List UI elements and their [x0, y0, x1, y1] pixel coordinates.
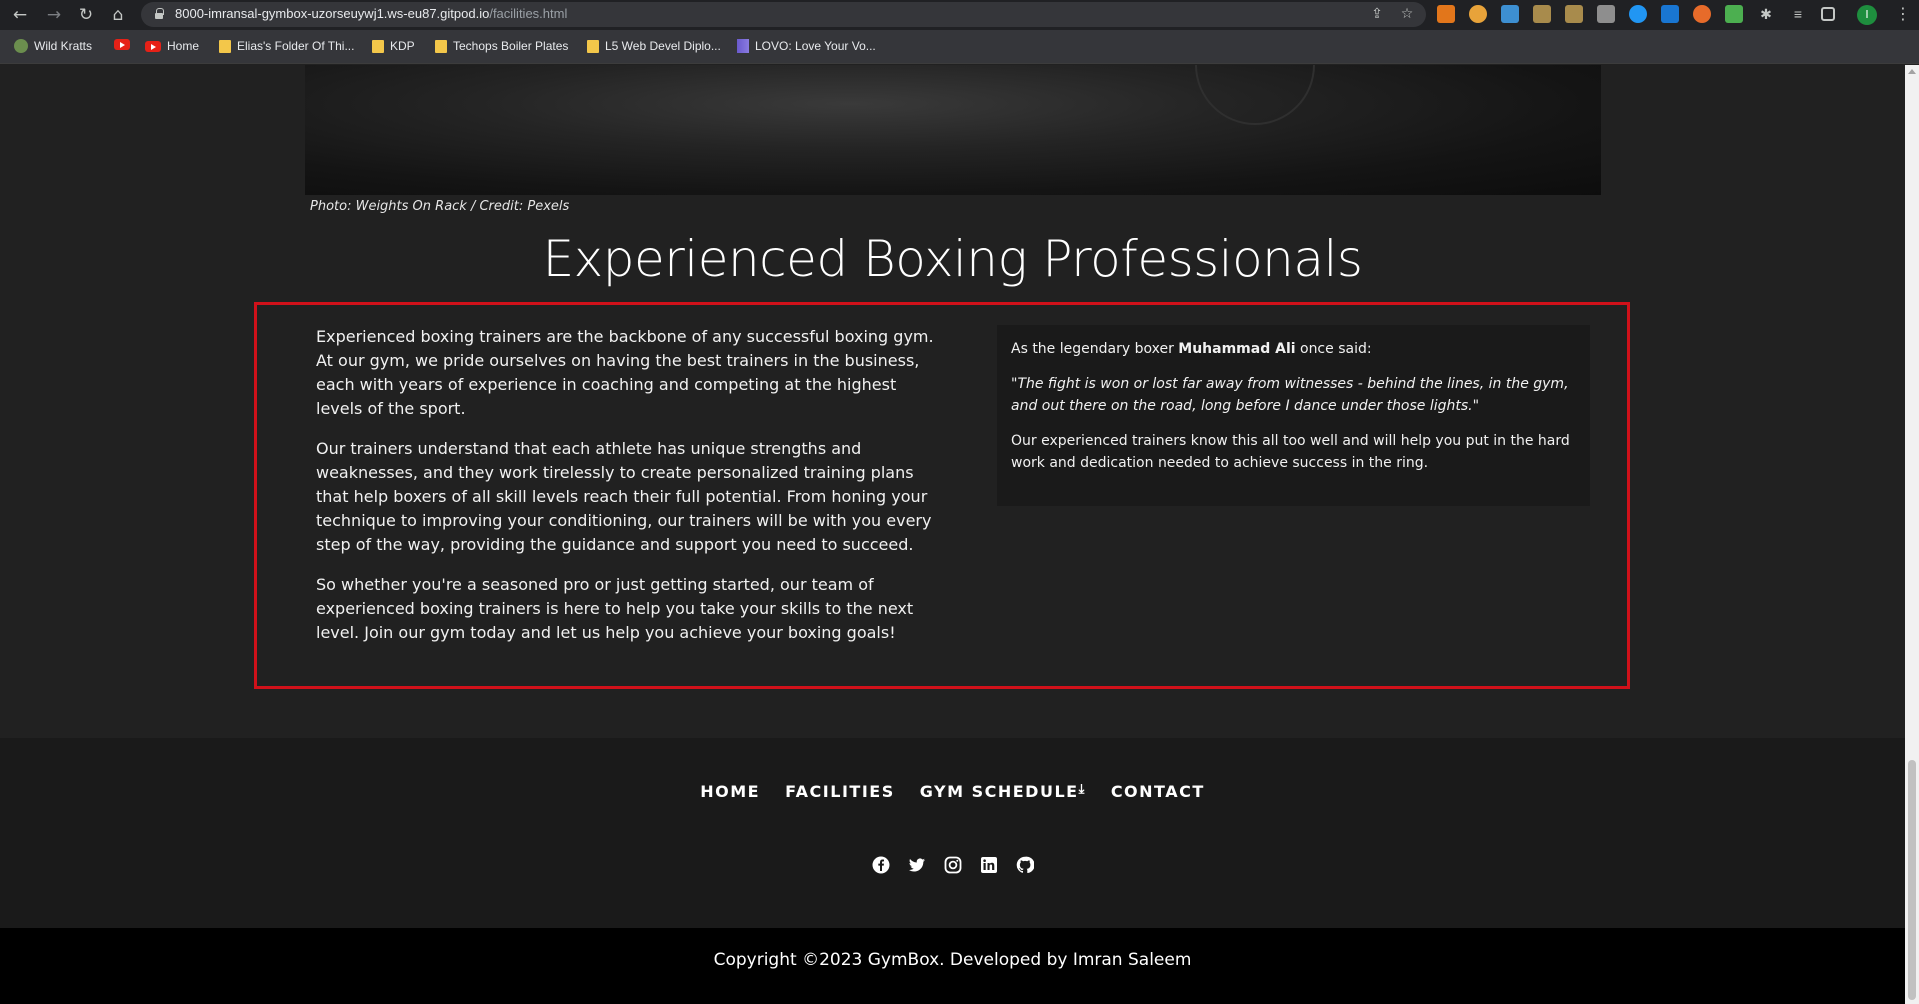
- facebook-icon[interactable]: [872, 856, 890, 874]
- extension-icon[interactable]: [1501, 5, 1519, 23]
- lovo-icon: [737, 39, 749, 53]
- extension-icon[interactable]: [1693, 5, 1711, 23]
- lock-icon[interactable]: [155, 8, 164, 19]
- scroll-up-arrow-icon[interactable]: [1908, 69, 1916, 74]
- reading-list-icon[interactable]: ≡: [1789, 5, 1807, 23]
- weights-rack-photo: [305, 65, 1601, 195]
- footer-link-contact[interactable]: CONTACT: [1111, 782, 1205, 801]
- trainers-description: Experienced boxing trainers are the back…: [316, 325, 946, 661]
- bookmark-elias-folder[interactable]: Elias's Folder Of Thi...: [219, 39, 354, 53]
- bookmark-techops[interactable]: Techops Boiler Plates: [435, 39, 568, 53]
- reload-icon[interactable]: ↻: [76, 5, 96, 25]
- browser-toolbar: ← → ↻ ⌂ 8000-imransal-gymbox-uzorseuywj1…: [0, 0, 1919, 30]
- extension-icon[interactable]: [1533, 5, 1551, 23]
- folder-icon: [219, 39, 231, 53]
- folder-icon: [435, 39, 447, 53]
- home-icon[interactable]: ⌂: [108, 5, 128, 25]
- weight-plate-shape: [1195, 65, 1315, 125]
- quote-intro: As the legendary boxer Muhammad Ali once…: [1011, 341, 1372, 357]
- share-icon[interactable]: ⇪: [1368, 5, 1386, 23]
- youtube-icon: [114, 39, 130, 50]
- quote-closing: Our experienced trainers know this all t…: [1011, 433, 1570, 471]
- youtube-icon: [145, 40, 161, 52]
- wild-kratts-icon: [14, 39, 28, 53]
- folder-icon: [587, 39, 599, 53]
- footer-link-gym-schedule[interactable]: GYM SCHEDULE⤓: [920, 782, 1086, 801]
- bookmark-kdp[interactable]: KDP: [372, 39, 415, 53]
- url-text[interactable]: 8000-imransal-gymbox-uzorseuywj1.ws-eu87…: [175, 6, 567, 21]
- back-arrow-icon[interactable]: ←: [10, 5, 30, 25]
- paragraph-1: Experienced boxing trainers are the back…: [316, 327, 934, 418]
- extension-icon[interactable]: [1597, 5, 1615, 23]
- linkedin-icon[interactable]: [980, 856, 998, 874]
- extension-icon[interactable]: [1725, 5, 1743, 23]
- page-viewport: Photo: Weights On Rack / Credit: Pexels …: [0, 65, 1905, 1004]
- page-scrollbar[interactable]: [1905, 65, 1919, 1004]
- side-panel-icon[interactable]: [1821, 7, 1835, 21]
- ali-quote: "The fight is won or lost far away from …: [1011, 376, 1569, 414]
- bookmark-l5-web[interactable]: L5 Web Devel Diplo...: [587, 39, 721, 53]
- bookmark-star-icon[interactable]: ☆: [1398, 5, 1416, 23]
- paragraph-3: So whether you're a seasoned pro or just…: [316, 575, 914, 642]
- puzzle-icon[interactable]: ✱: [1757, 5, 1775, 23]
- extension-icon[interactable]: [1661, 5, 1679, 23]
- menu-icon[interactable]: ⋮: [1895, 4, 1911, 23]
- extension-icon[interactable]: [1629, 5, 1647, 23]
- copyright-text: Copyright ©2023 GymBox. Developed by Imr…: [713, 950, 1192, 970]
- extension-icon[interactable]: [1469, 5, 1487, 23]
- address-bar[interactable]: 8000-imransal-gymbox-uzorseuywj1.ws-eu87…: [141, 2, 1426, 27]
- folder-icon: [372, 39, 384, 53]
- metamask-icon[interactable]: [1437, 5, 1455, 23]
- bookmark-lovo[interactable]: LOVO: Love Your Vo...: [737, 39, 876, 53]
- extensions-bar: ✱ ≡: [1437, 5, 1835, 23]
- paragraph-2: Our trainers understand that each athlet…: [316, 439, 932, 554]
- bookmarks-bar: Wild Kratts Home Elias's Folder Of Thi..…: [0, 30, 1919, 64]
- footer-link-facilities[interactable]: FACILITIES: [785, 782, 895, 801]
- boxer-name: Muhammad Ali: [1178, 341, 1296, 357]
- download-icon: ⤓: [1078, 782, 1086, 797]
- footer-link-home[interactable]: HOME: [700, 782, 760, 801]
- footer-nav: HOME FACILITIES GYM SCHEDULE⤓ CONTACT: [0, 782, 1905, 801]
- instagram-icon[interactable]: [944, 856, 962, 874]
- github-icon[interactable]: [1016, 856, 1035, 874]
- extension-icon[interactable]: [1565, 5, 1583, 23]
- bookmark-youtube[interactable]: [114, 39, 130, 50]
- forward-arrow-icon[interactable]: →: [44, 5, 64, 25]
- twitter-icon[interactable]: [908, 856, 926, 874]
- section-title: Experienced Boxing Professionals: [542, 230, 1363, 288]
- quote-card: As the legendary boxer Muhammad Ali once…: [997, 325, 1590, 506]
- scroll-thumb[interactable]: [1908, 760, 1916, 1000]
- site-footer: HOME FACILITIES GYM SCHEDULE⤓ CONTACT: [0, 738, 1905, 928]
- photo-caption: Photo: Weights On Rack / Credit: Pexels: [310, 199, 570, 214]
- profile-avatar[interactable]: I: [1857, 5, 1877, 25]
- bookmark-home[interactable]: Home: [145, 39, 199, 53]
- social-links: [0, 856, 1905, 874]
- copyright-bar: Copyright ©2023 GymBox. Developed by Imr…: [0, 928, 1905, 1004]
- bookmark-wild-kratts[interactable]: Wild Kratts: [14, 39, 92, 53]
